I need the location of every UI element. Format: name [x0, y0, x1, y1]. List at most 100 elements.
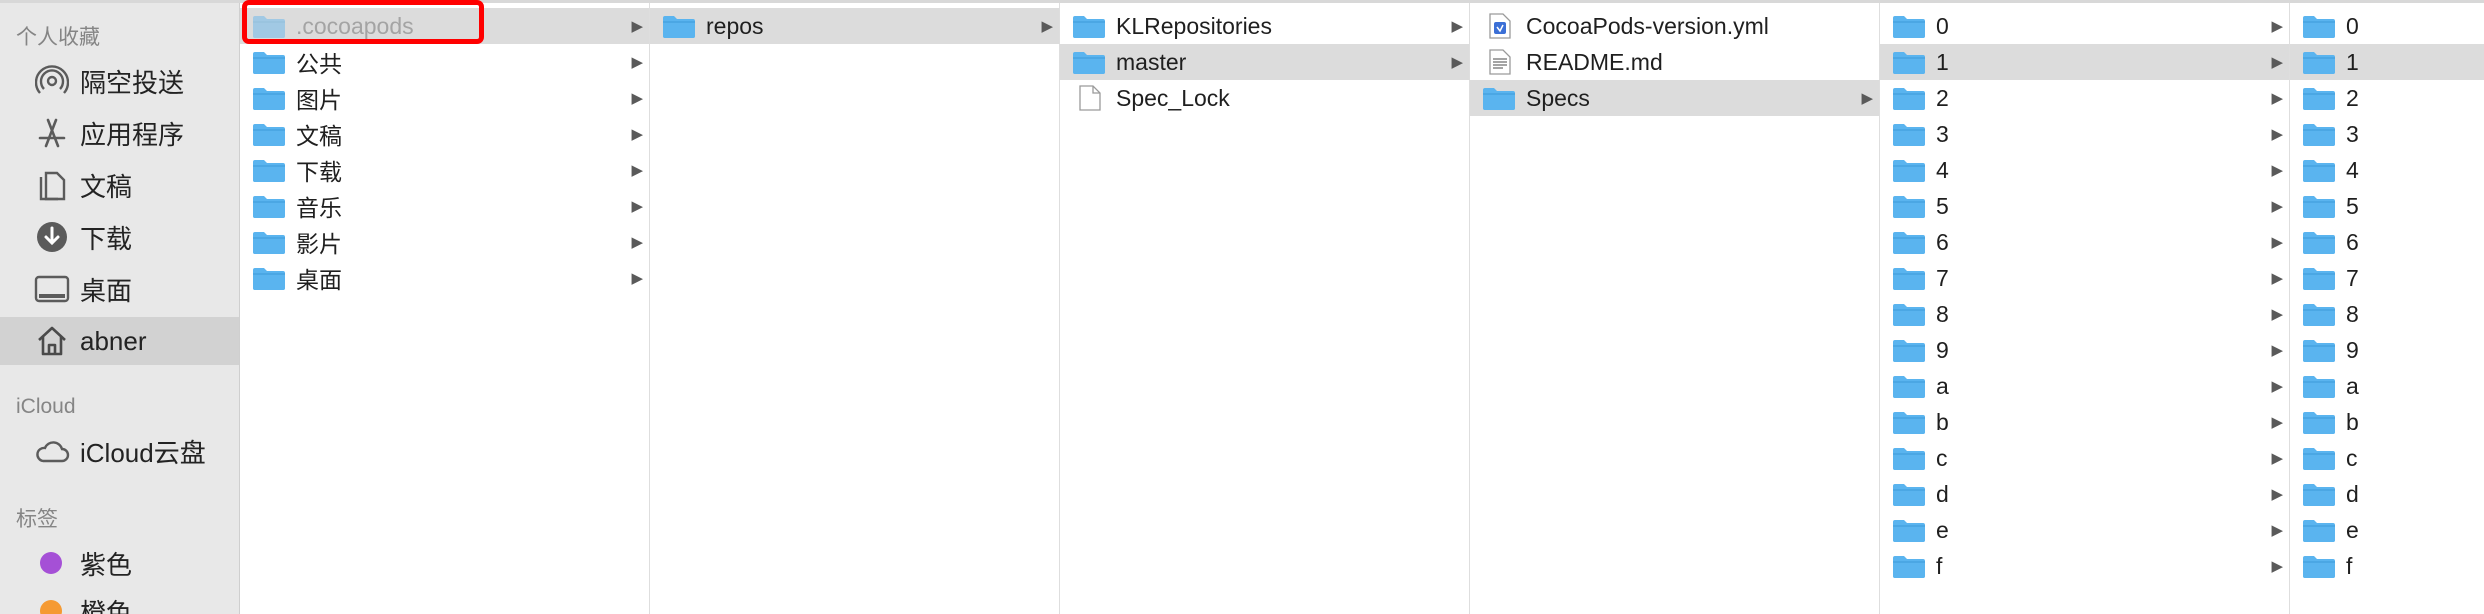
disclosure-chevron-icon: ▶: [2271, 306, 2283, 323]
list-item-label: e: [2346, 516, 2359, 543]
sidebar-tag-purple[interactable]: 紫色: [0, 539, 239, 587]
list-item[interactable]: 0: [2290, 8, 2484, 44]
folder-icon: [1892, 409, 1926, 435]
sidebar-item-label: 下载: [80, 223, 133, 254]
list-item[interactable]: 公共 ▶: [240, 44, 649, 80]
list-item[interactable]: README.md: [1470, 44, 1879, 80]
sidebar-item-applications[interactable]: 应用程序: [0, 109, 239, 157]
list-item[interactable]: e: [2290, 512, 2484, 548]
sidebar-item-desktop[interactable]: 桌面: [0, 265, 239, 313]
list-item[interactable]: 8: [2290, 296, 2484, 332]
list-item[interactable]: 3: [2290, 116, 2484, 152]
list-item[interactable]: 4 ▶: [1880, 152, 2289, 188]
list-item[interactable]: Spec_Lock: [1060, 80, 1469, 116]
folder-icon: [2302, 373, 2336, 399]
list-item[interactable]: 3 ▶: [1880, 116, 2289, 152]
list-item[interactable]: KLRepositories ▶: [1060, 8, 1469, 44]
list-item-label: 8: [1936, 300, 1949, 327]
list-item[interactable]: b ▶: [1880, 404, 2289, 440]
list-item-label: 下载: [296, 159, 342, 185]
list-item[interactable]: 7 ▶: [1880, 260, 2289, 296]
list-item-label: 3: [1936, 120, 1949, 147]
folder-icon: [1892, 229, 1926, 255]
list-item-label: f: [2346, 552, 2353, 579]
list-item[interactable]: 2: [2290, 80, 2484, 116]
list-item[interactable]: 6: [2290, 224, 2484, 260]
list-item[interactable]: 0 ▶: [1880, 8, 2289, 44]
sidebar-item-icloud-drive[interactable]: iCloud云盘: [0, 427, 239, 475]
folder-icon: [2302, 157, 2336, 183]
sidebar-item-downloads[interactable]: 下载: [0, 213, 239, 261]
disclosure-chevron-icon: ▶: [2271, 342, 2283, 359]
sidebar-item-home[interactable]: abner: [0, 317, 239, 365]
list-item[interactable]: e ▶: [1880, 512, 2289, 548]
folder-icon: [2302, 265, 2336, 291]
list-item[interactable]: a ▶: [1880, 368, 2289, 404]
list-item[interactable]: c ▶: [1880, 440, 2289, 476]
list-item[interactable]: 7: [2290, 260, 2484, 296]
sidebar-item-airdrop[interactable]: 隔空投送: [0, 57, 239, 105]
list-item[interactable]: d: [2290, 476, 2484, 512]
list-item-label: c: [2346, 444, 2358, 471]
list-item[interactable]: f: [2290, 548, 2484, 584]
sidebar-item-documents[interactable]: 文稿: [0, 161, 239, 209]
list-item[interactable]: 5: [2290, 188, 2484, 224]
list-item[interactable]: 4: [2290, 152, 2484, 188]
list-item[interactable]: master ▶: [1060, 44, 1469, 80]
list-item[interactable]: c: [2290, 440, 2484, 476]
list-item[interactable]: 1 ▶: [1880, 44, 2289, 80]
list-item[interactable]: 5 ▶: [1880, 188, 2289, 224]
browser-column-4[interactable]: CocoaPods-version.yml README.md Specs ▶: [1470, 3, 1880, 614]
list-item[interactable]: 影片 ▶: [240, 224, 649, 260]
sidebar-tag-orange[interactable]: 橙色: [0, 587, 239, 614]
disclosure-chevron-icon: ▶: [2271, 450, 2283, 467]
list-item-label: 2: [2346, 84, 2359, 111]
list-item[interactable]: 文稿 ▶: [240, 116, 649, 152]
disclosure-chevron-icon: ▶: [2271, 18, 2283, 35]
disclosure-chevron-icon: ▶: [631, 90, 643, 107]
browser-column-1[interactable]: .cocoapods ▶ 公共 ▶ 图片 ▶ 文稿 ▶ 下载 ▶ 音乐 ▶ 影片 ▶ 桌面 ▶: [240, 3, 650, 614]
list-item[interactable]: .cocoapods ▶: [240, 8, 649, 44]
list-item-label: 公共: [296, 51, 342, 77]
list-item[interactable]: 图片 ▶: [240, 80, 649, 116]
list-item[interactable]: a: [2290, 368, 2484, 404]
list-item[interactable]: 2 ▶: [1880, 80, 2289, 116]
browser-column-6[interactable]: 0 1 2 3 4 5 6 7 8 9 abcdef: [2290, 3, 2484, 614]
browser-column-3[interactable]: KLRepositories ▶ master ▶ Spec_Lock: [1060, 3, 1470, 614]
list-item-label: .cocoapods: [296, 12, 414, 39]
list-item[interactable]: CocoaPods-version.yml: [1470, 8, 1879, 44]
list-item[interactable]: b: [2290, 404, 2484, 440]
list-item[interactable]: 桌面 ▶: [240, 260, 649, 296]
list-item[interactable]: 9: [2290, 332, 2484, 368]
list-item-label: 0: [1936, 12, 1949, 39]
folder-icon: [2302, 85, 2336, 111]
list-item-label: 7: [2346, 264, 2359, 291]
list-item[interactable]: repos ▶: [650, 8, 1059, 44]
disclosure-chevron-icon: ▶: [1861, 90, 1873, 107]
browser-column-2[interactable]: repos ▶: [650, 3, 1060, 614]
list-item-label: repos: [706, 12, 764, 39]
browser-column-5[interactable]: 0 ▶ 1 ▶ 2 ▶ 3 ▶ 4 ▶ 5 ▶ 6 ▶ 7 ▶ 8 ▶ 9 ▶ a ▶ b ▶ c ▶ d ▶ e ▶ f ▶: [1880, 3, 2290, 614]
disclosure-chevron-icon: ▶: [2271, 198, 2283, 215]
list-item-label: Specs: [1526, 84, 1590, 111]
sidebar-item-label: 应用程序: [80, 119, 185, 150]
list-item[interactable]: 8 ▶: [1880, 296, 2289, 332]
list-item[interactable]: d ▶: [1880, 476, 2289, 512]
list-item[interactable]: 1: [2290, 44, 2484, 80]
list-item-label: 4: [2346, 156, 2359, 183]
list-item-label: 1: [2346, 48, 2359, 75]
list-item[interactable]: f ▶: [1880, 548, 2289, 584]
list-item[interactable]: Specs ▶: [1470, 80, 1879, 116]
list-item-label: 5: [2346, 192, 2359, 219]
disclosure-chevron-icon: ▶: [2271, 378, 2283, 395]
home-icon: [30, 321, 74, 361]
disclosure-chevron-icon: ▶: [2271, 54, 2283, 71]
list-item[interactable]: 9 ▶: [1880, 332, 2289, 368]
list-item-label: 7: [1936, 264, 1949, 291]
list-item[interactable]: 音乐 ▶: [240, 188, 649, 224]
list-item[interactable]: 6 ▶: [1880, 224, 2289, 260]
folder-icon: [2302, 445, 2336, 471]
list-item-label: 图片: [296, 87, 342, 113]
list-item-label: 4: [1936, 156, 1949, 183]
list-item[interactable]: 下载 ▶: [240, 152, 649, 188]
